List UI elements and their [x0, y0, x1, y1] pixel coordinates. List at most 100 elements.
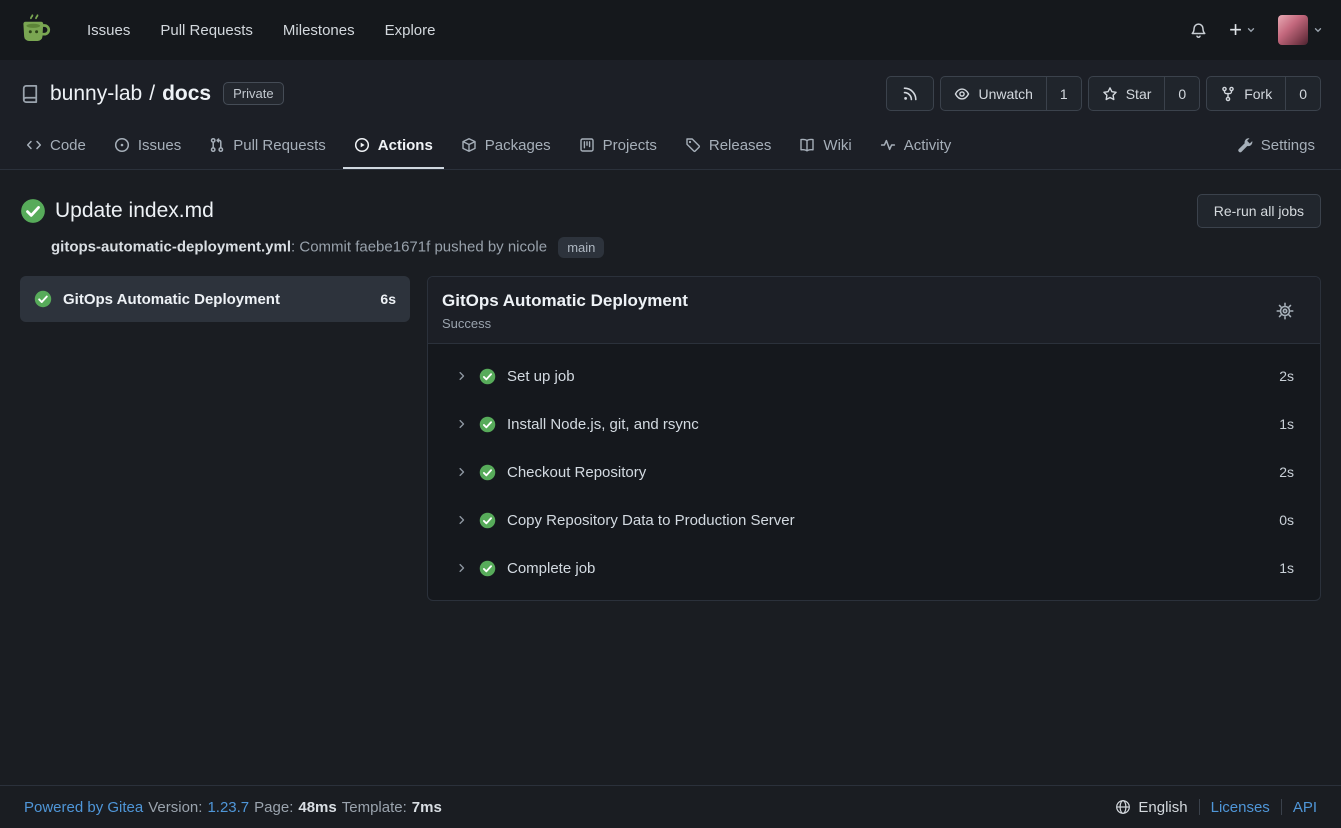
success-check-icon: [479, 512, 496, 529]
chevron-down-icon: [1246, 25, 1256, 35]
success-check-icon: [479, 464, 496, 481]
run-body: GitOps Automatic Deployment 6s GitOps Au…: [20, 276, 1321, 601]
chevron-right-icon: [456, 370, 468, 382]
nav-explore[interactable]: Explore: [370, 0, 451, 60]
repo-actions: Unwatch 1 Star 0: [886, 76, 1321, 111]
rss-button[interactable]: [887, 77, 933, 110]
book-icon: [799, 137, 815, 153]
version-label: Version:: [148, 799, 202, 816]
branch-badge[interactable]: main: [558, 237, 604, 258]
tab-projects[interactable]: Projects: [568, 123, 668, 169]
job-list-item[interactable]: GitOps Automatic Deployment 6s: [20, 276, 410, 322]
tab-label: Projects: [603, 137, 657, 154]
rerun-all-jobs-button[interactable]: Re-run all jobs: [1197, 194, 1321, 228]
fork-button[interactable]: Fork: [1207, 77, 1285, 110]
watch-button-group: Unwatch 1: [940, 76, 1081, 111]
step-duration: 1s: [1279, 560, 1294, 576]
repo-tabs: Code Issues Pull Requests Actions Packag…: [0, 123, 1341, 170]
commit-prefix: : Commit: [291, 238, 355, 255]
visibility-badge: Private: [223, 82, 283, 105]
notifications-button[interactable]: [1190, 22, 1207, 39]
tab-label: Actions: [378, 137, 433, 154]
repo-title-row: bunny-lab / docs Private Unwa: [0, 60, 1341, 123]
pulse-icon: [880, 137, 896, 153]
job-name: GitOps Automatic Deployment: [63, 291, 280, 308]
version-link[interactable]: 1.23.7: [207, 799, 249, 816]
job-duration: 6s: [380, 291, 396, 307]
globe-icon: [1115, 799, 1131, 815]
fork-label: Fork: [1244, 86, 1272, 102]
issue-icon: [114, 137, 130, 153]
repo-name-link[interactable]: docs: [162, 82, 211, 106]
star-icon: [1102, 86, 1118, 102]
tab-packages[interactable]: Packages: [450, 123, 562, 169]
create-new-menu[interactable]: +: [1229, 19, 1256, 41]
tab-label: Settings: [1261, 137, 1315, 154]
forks-count[interactable]: 0: [1285, 77, 1320, 110]
page-time: 48ms: [298, 799, 336, 816]
commit-suffix: pushed by: [430, 238, 508, 255]
tab-settings[interactable]: Settings: [1226, 123, 1326, 169]
nav-milestones[interactable]: Milestones: [268, 0, 370, 60]
step-row-install[interactable]: Install Node.js, git, and rsync 1s: [428, 400, 1320, 448]
tab-label: Packages: [485, 137, 551, 154]
tag-icon: [685, 137, 701, 153]
licenses-link[interactable]: Licenses: [1211, 799, 1270, 816]
footer: Powered by Gitea Version: 1.23.7 Page: 4…: [0, 785, 1341, 828]
workflow-file-link[interactable]: gitops-automatic-deployment.yml: [51, 238, 291, 255]
page-label: Page:: [254, 799, 293, 816]
language-selector[interactable]: English: [1115, 799, 1187, 816]
step-row-setup[interactable]: Set up job 2s: [428, 352, 1320, 400]
step-row-copy[interactable]: Copy Repository Data to Production Serve…: [428, 496, 1320, 544]
job-options-button[interactable]: [1276, 302, 1294, 320]
tab-wiki[interactable]: Wiki: [788, 123, 862, 169]
api-link[interactable]: API: [1293, 799, 1317, 816]
chevron-right-icon: [456, 514, 468, 526]
step-name: Complete job: [507, 560, 595, 577]
step-duration: 2s: [1279, 368, 1294, 384]
step-duration: 2s: [1279, 464, 1294, 480]
step-name: Set up job: [507, 368, 575, 385]
commit-author-link[interactable]: nicole: [508, 238, 547, 255]
nav-issues[interactable]: Issues: [72, 0, 145, 60]
step-name: Checkout Repository: [507, 464, 646, 481]
star-label: Star: [1126, 86, 1152, 102]
step-row-checkout[interactable]: Checkout Repository 2s: [428, 448, 1320, 496]
code-icon: [26, 137, 42, 153]
chevron-right-icon: [456, 418, 468, 430]
tab-pull-requests[interactable]: Pull Requests: [198, 123, 337, 169]
repo-owner-link[interactable]: bunny-lab: [50, 82, 142, 106]
tab-label: Releases: [709, 137, 772, 154]
tab-actions[interactable]: Actions: [343, 123, 444, 169]
topbar-right: +: [1190, 15, 1323, 45]
commit-hash-link[interactable]: faebe1671f: [355, 238, 430, 255]
tab-label: Code: [50, 137, 86, 154]
tab-activity[interactable]: Activity: [869, 123, 963, 169]
star-button-group: Star 0: [1088, 76, 1200, 111]
step-duration: 0s: [1279, 512, 1294, 528]
step-duration: 1s: [1279, 416, 1294, 432]
actions-run-view: Update index.md Re-run all jobs gitops-a…: [0, 170, 1341, 785]
footer-divider: [1281, 799, 1282, 815]
repo-separator: /: [149, 82, 155, 106]
step-row-complete[interactable]: Complete job 1s: [428, 544, 1320, 592]
powered-by-gitea-link[interactable]: Powered by Gitea: [24, 799, 143, 816]
success-check-icon: [479, 416, 496, 433]
eye-icon: [954, 86, 970, 102]
nav-pull-requests[interactable]: Pull Requests: [145, 0, 268, 60]
watchers-count[interactable]: 1: [1046, 77, 1081, 110]
star-button[interactable]: Star: [1089, 77, 1165, 110]
success-check-icon: [34, 290, 52, 308]
user-menu[interactable]: [1278, 15, 1323, 45]
job-detail-panel: GitOps Automatic Deployment Success Set …: [427, 276, 1321, 601]
tab-releases[interactable]: Releases: [674, 123, 783, 169]
stars-count[interactable]: 0: [1164, 77, 1199, 110]
project-icon: [579, 137, 595, 153]
job-list: GitOps Automatic Deployment 6s: [20, 276, 410, 322]
tab-code[interactable]: Code: [15, 123, 97, 169]
gitea-logo[interactable]: [18, 12, 54, 48]
tab-issues[interactable]: Issues: [103, 123, 192, 169]
rss-icon: [902, 86, 918, 102]
footer-left: Powered by Gitea Version: 1.23.7 Page: 4…: [24, 799, 442, 816]
unwatch-button[interactable]: Unwatch: [941, 77, 1045, 110]
